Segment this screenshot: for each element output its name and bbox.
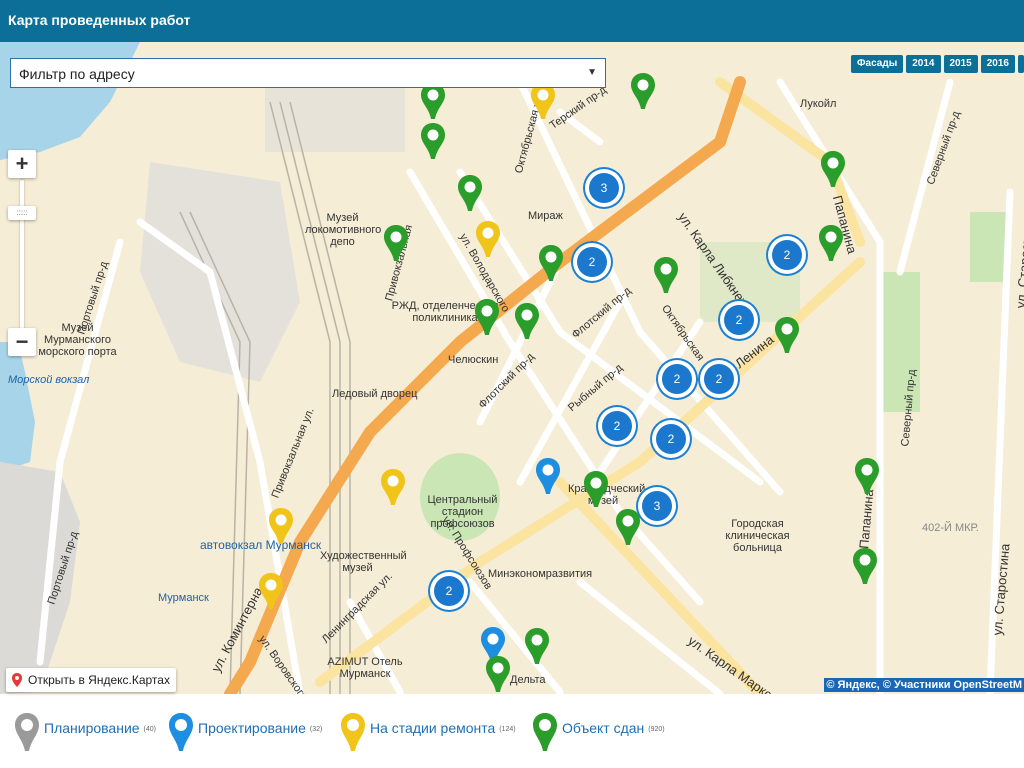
zoom-in-button[interactable]: + [8, 150, 36, 178]
category-buttons: Фасады 2014 2015 2016 [851, 55, 1024, 73]
cluster-marker[interactable]: 2 [698, 358, 740, 400]
completed-marker[interactable] [524, 627, 550, 665]
legend-count: (40) [143, 726, 156, 733]
year-2016-button[interactable]: 2016 [980, 55, 1015, 73]
app-header: Карта проведенных работ [0, 0, 1024, 42]
blue-pin-icon [169, 713, 193, 751]
zoom-slider-handle[interactable]: ::::: [8, 206, 36, 220]
poi-stadium: Центральный стадион профсоюзов [427, 494, 498, 530]
poi-ice-palace: Ледовый дворец [332, 388, 418, 400]
poi-murmansk-station: Мурманск [158, 592, 209, 604]
legend-label: На стадии ремонта [370, 720, 496, 736]
green-pin-icon [533, 713, 557, 751]
completed-marker[interactable] [820, 150, 846, 188]
legend-item-design[interactable]: Проектирование (32) [168, 712, 322, 752]
design-marker[interactable] [535, 457, 561, 495]
poi-gor-bolnica: Городская клиническая больница [725, 518, 790, 554]
map-copyright[interactable]: © Яндекс, © Участники OpenStreetM [824, 678, 1024, 692]
completed-marker[interactable] [854, 457, 880, 495]
gray-pin-icon [15, 713, 39, 751]
completed-marker[interactable] [514, 302, 540, 340]
cluster-marker[interactable]: 2 [428, 570, 470, 612]
poi-minekonom: Минэкономразвития [488, 568, 593, 580]
completed-marker[interactable] [583, 470, 609, 508]
cluster-marker[interactable]: 2 [718, 299, 760, 341]
open-in-yandex-label: Открыть в Яндекс.Картах [28, 673, 170, 687]
facades-button[interactable]: Фасады [851, 55, 904, 73]
completed-marker[interactable] [774, 316, 800, 354]
status-legend: Планирование (40) Проектирование (32) На… [0, 694, 1024, 768]
page-title: Карта проведенных работ [8, 12, 191, 28]
poi-chelyuskin: Челюскин [448, 354, 499, 366]
address-filter-value: Фильтр по адресу [19, 66, 135, 82]
poi-mkr402: 402-Й МКР. [922, 522, 979, 534]
legend-label: Планирование [44, 720, 140, 736]
poi-museum-depo: Музей локомотивного депо [305, 212, 382, 248]
completed-marker[interactable] [538, 244, 564, 282]
repair-marker[interactable] [268, 507, 294, 545]
poi-morskoy-vokzal: Морской вокзал [8, 374, 90, 386]
completed-marker[interactable] [383, 224, 409, 262]
legend-item-planning[interactable]: Планирование (40) [14, 712, 156, 752]
yellow-pin-icon [341, 713, 365, 751]
cluster-marker[interactable]: 2 [766, 234, 808, 276]
location-pin-icon [12, 673, 22, 687]
completed-marker[interactable] [485, 655, 511, 693]
cluster-marker[interactable]: 2 [596, 405, 638, 447]
cluster-marker[interactable]: 2 [650, 418, 692, 460]
completed-marker[interactable] [615, 508, 641, 546]
legend-label: Проектирование [198, 720, 306, 736]
legend-item-completed[interactable]: Объект сдан (920) [532, 712, 665, 752]
open-in-yandex-maps-button[interactable]: Открыть в Яндекс.Картах [6, 668, 176, 692]
completed-marker[interactable] [630, 72, 656, 110]
address-filter-select[interactable]: Фильтр по адресу ▼ [10, 58, 606, 88]
poi-delta: Дельта [510, 674, 546, 686]
legend-count: (920) [648, 726, 665, 733]
poi-mirazh: Мираж [528, 210, 563, 222]
poi-lukoil: Лукойл [800, 98, 837, 110]
map-canvas[interactable]: Лукойл Музей локомотивного депо Мираж РЖ… [0, 42, 1024, 694]
completed-marker[interactable] [420, 122, 446, 160]
repair-marker[interactable] [380, 468, 406, 506]
chevron-down-icon: ▼ [587, 67, 597, 78]
repair-marker[interactable] [258, 572, 284, 610]
completed-marker[interactable] [474, 298, 500, 336]
legend-count: (32) [309, 726, 323, 733]
year-2014-button[interactable]: 2014 [906, 55, 941, 73]
completed-marker[interactable] [653, 256, 679, 294]
legend-item-repair[interactable]: На стадии ремонта (124) [340, 712, 516, 752]
year-more-button[interactable] [1018, 55, 1024, 73]
cluster-marker[interactable]: 3 [636, 485, 678, 527]
cluster-marker[interactable]: 3 [583, 167, 625, 209]
completed-marker[interactable] [457, 174, 483, 212]
poi-avtovokzal: автовокзал Мурманск [200, 538, 322, 552]
cluster-marker[interactable]: 2 [656, 358, 698, 400]
legend-count: (124) [499, 726, 516, 733]
completed-marker[interactable] [852, 547, 878, 585]
zoom-out-button[interactable]: − [8, 328, 36, 356]
poi-art-museum: Художественный музей [320, 550, 407, 574]
poi-azimut: AZIMUT Отель Мурманск [327, 656, 403, 680]
completed-marker[interactable] [818, 224, 844, 262]
zoom-slider-track[interactable] [20, 180, 24, 330]
legend-label: Объект сдан [562, 720, 645, 736]
repair-marker[interactable] [475, 220, 501, 258]
cluster-marker[interactable]: 2 [571, 241, 613, 283]
year-2015-button[interactable]: 2015 [943, 55, 978, 73]
